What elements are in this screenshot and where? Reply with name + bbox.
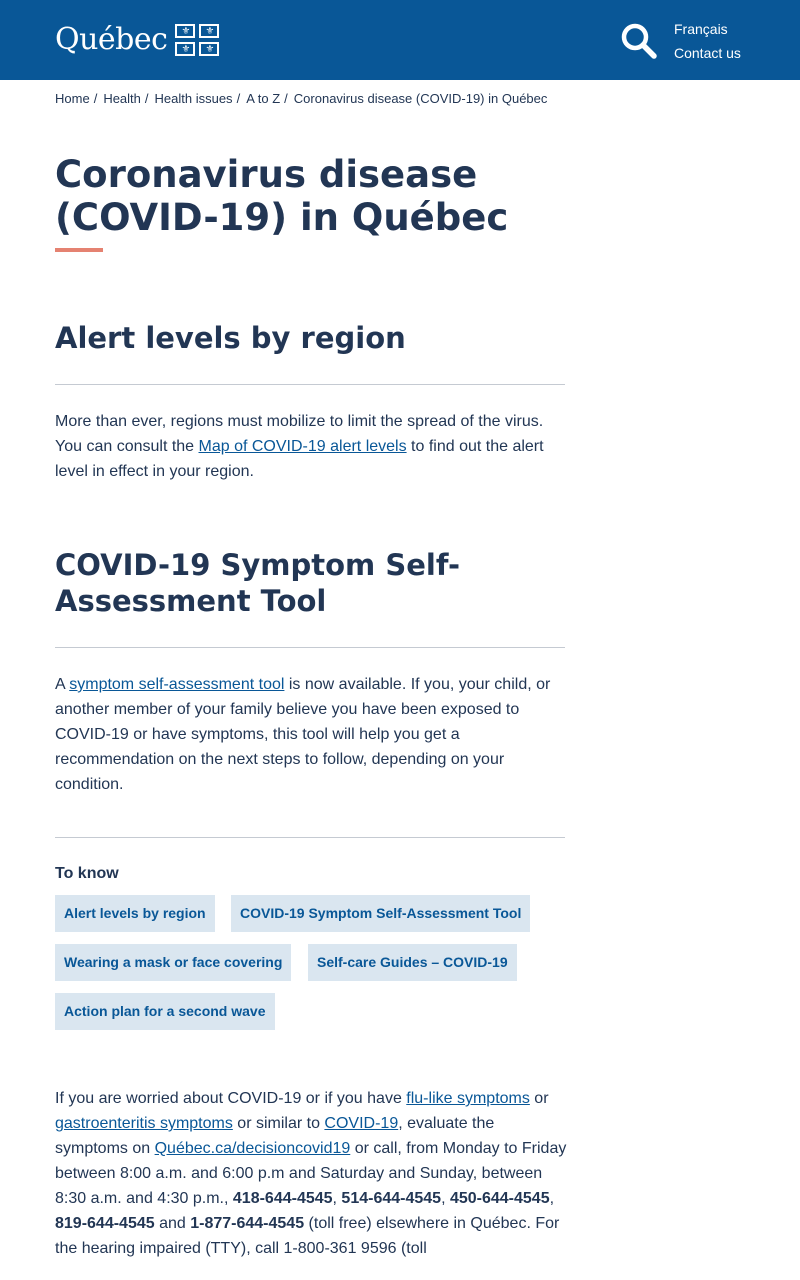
- divider: [55, 384, 565, 385]
- site-header: Québec ⚜ ⚜ ⚜ ⚜ Français Contact us: [0, 0, 800, 80]
- breadcrumb-health[interactable]: Health: [103, 89, 141, 109]
- alert-levels-heading: Alert levels by region: [55, 321, 406, 355]
- worried-paragraph: If you are worried about COVID-19 or if …: [55, 1090, 567, 1257]
- decisioncovid19-link[interactable]: Québec.ca/decisioncovid19: [155, 1140, 351, 1157]
- breadcrumb-separator: /: [236, 91, 241, 106]
- alert-map-link[interactable]: Map of COVID-19 alert levels: [199, 438, 407, 455]
- breadcrumb-current: Coronavirus disease (COVID-19) in Québec: [293, 91, 548, 106]
- title-accent-bar: [55, 248, 103, 252]
- flag-icon: ⚜ ⚜ ⚜ ⚜: [175, 24, 220, 56]
- gastroenteritis-symptoms-link[interactable]: gastroenteritis symptoms: [55, 1115, 233, 1132]
- self-assessment-paragraph: A symptom self-assessment tool is now av…: [55, 676, 551, 793]
- divider: [55, 647, 565, 648]
- breadcrumb-health-issues[interactable]: Health issues: [155, 89, 233, 109]
- phone-number: 819-644-4545: [55, 1215, 155, 1232]
- chip-wearing-mask[interactable]: Wearing a mask or face covering: [55, 944, 292, 981]
- page-title: Coronavirus disease (COVID-19) in Québec: [55, 153, 509, 239]
- phone-number: 514-644-4545: [341, 1190, 442, 1207]
- search-button[interactable]: [620, 22, 658, 60]
- logo-text: Québec: [55, 22, 168, 57]
- chip-self-assessment[interactable]: COVID-19 Symptom Self-Assessment Tool: [231, 895, 531, 932]
- breadcrumb: Home / Health / Health issues / A to Z / Cor…: [55, 89, 547, 109]
- chip-action-plan[interactable]: Action plan for a second wave: [55, 993, 275, 1030]
- flu-like-symptoms-link[interactable]: flu-like symptoms: [406, 1090, 530, 1107]
- search-icon: [621, 23, 657, 59]
- self-assessment-tool-link[interactable]: symptom self-assessment tool: [69, 676, 284, 693]
- phone-number: 450-644-4545: [449, 1190, 550, 1207]
- language-link[interactable]: Français: [674, 17, 741, 41]
- contact-link[interactable]: Contact us: [674, 41, 741, 65]
- breadcrumb-a-to-z[interactable]: A to Z: [246, 89, 280, 109]
- phone-number: 418-644-4545: [232, 1190, 333, 1207]
- covid-19-link[interactable]: COVID-19: [324, 1115, 398, 1132]
- to-know-label: To know: [55, 865, 119, 882]
- chip-self-care-guides[interactable]: Self-care Guides – COVID-19: [308, 944, 517, 981]
- self-assessment-heading: COVID-19 Symptom Self-Assessment Tool: [55, 548, 460, 618]
- breadcrumb-separator: /: [93, 91, 98, 106]
- alert-levels-paragraph: More than ever, regions must mobilize to…: [55, 413, 544, 480]
- chip-alert-levels[interactable]: Alert levels by region: [55, 895, 215, 932]
- breadcrumb-home[interactable]: Home: [55, 89, 90, 109]
- breadcrumb-separator: /: [144, 91, 149, 106]
- phone-number: 1-877-644-4545: [190, 1215, 305, 1232]
- header-links: Français Contact us: [674, 17, 741, 65]
- breadcrumb-separator: /: [284, 91, 288, 106]
- quebec-logo[interactable]: Québec ⚜ ⚜ ⚜ ⚜: [55, 22, 220, 58]
- divider: [55, 837, 565, 838]
